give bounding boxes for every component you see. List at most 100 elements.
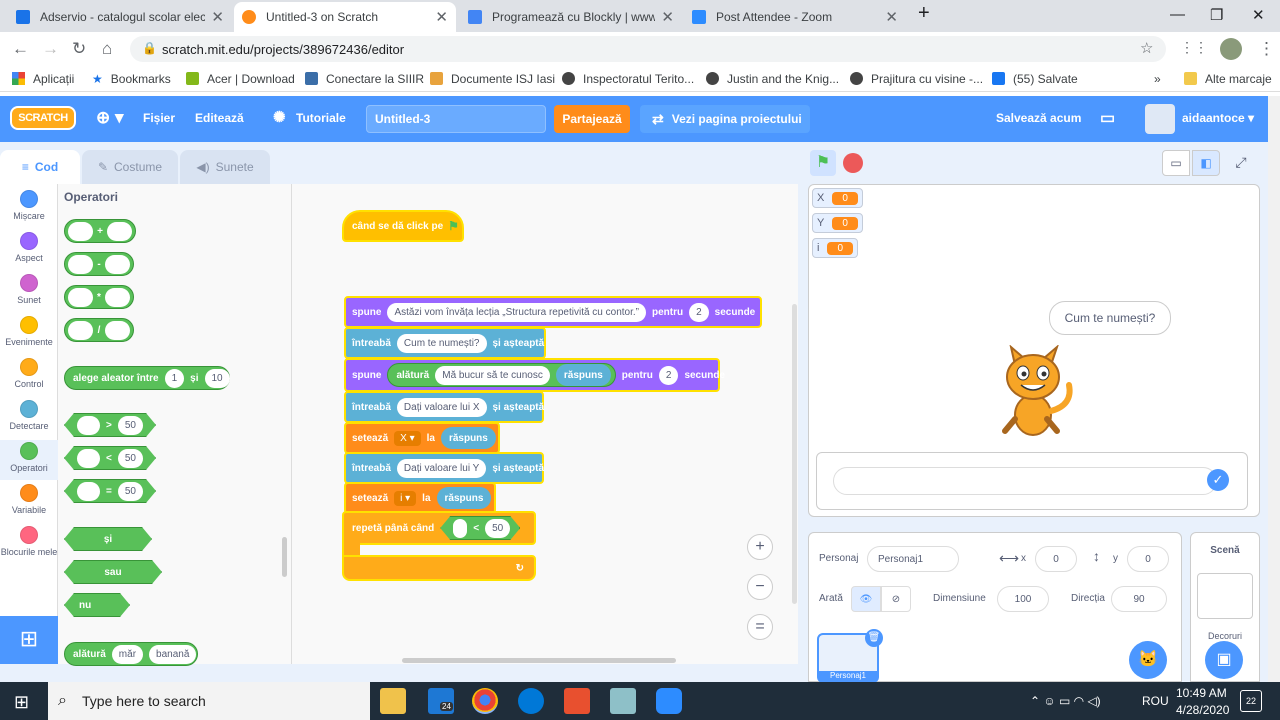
stop-button[interactable] bbox=[843, 153, 863, 173]
app-icon[interactable] bbox=[564, 688, 590, 714]
bookmark-isj[interactable]: Documente ISJ Iasi bbox=[430, 72, 555, 86]
bookmark-siiir[interactable]: Conectare la SIIIR bbox=[305, 72, 424, 86]
category-operators[interactable]: Operatori bbox=[0, 440, 58, 480]
clock-date[interactable]: 4/28/2020 bbox=[1176, 703, 1229, 717]
stage-selector-panel[interactable]: Scenă Decoruri ▣ bbox=[1190, 532, 1260, 682]
category-sensing[interactable]: Detectare bbox=[0, 400, 58, 431]
tab-sounds[interactable]: ◀) Sunete bbox=[180, 150, 270, 184]
category-my-blocks[interactable]: Blocurile mele bbox=[0, 526, 58, 557]
submit-check-icon[interactable]: ✓ bbox=[1207, 469, 1229, 491]
category-events[interactable]: Evenimente bbox=[0, 316, 58, 347]
small-stage-button[interactable]: ▭ bbox=[1162, 150, 1190, 176]
category-variables[interactable]: Variabile bbox=[0, 484, 58, 515]
say-for-secs-block[interactable]: spune Astăzi vom învăța lecția „Structura… bbox=[344, 296, 762, 328]
apps-grid-icon[interactable]: ⋮⋮ bbox=[1180, 39, 1208, 56]
url-input[interactable]: 🔒 scratch.mit.edu/projects/389672436/edi… bbox=[130, 36, 1166, 62]
edit-menu[interactable]: Editează bbox=[195, 111, 244, 125]
zoom-out-button[interactable]: − bbox=[747, 574, 773, 600]
bookmark-inspectorat[interactable]: Inspectoratul Terito... bbox=[562, 72, 694, 86]
normal-stage-button[interactable]: ◧ bbox=[1192, 150, 1220, 176]
close-tab-icon[interactable]: ✕ bbox=[211, 8, 224, 26]
script-vertical-scrollbar[interactable] bbox=[792, 304, 797, 604]
home-icon[interactable]: ⌂ bbox=[102, 39, 112, 59]
share-button[interactable]: Partajează bbox=[554, 105, 630, 133]
browser-tab-blockly[interactable]: Programează cu Blockly | www.pl ✕ bbox=[460, 2, 682, 32]
zoom-reset-button[interactable]: = bbox=[747, 614, 773, 640]
subtract-block[interactable]: - bbox=[64, 252, 134, 276]
say-join-block[interactable]: spune alătură Mă bucur să te cunosc răspuns… bbox=[344, 358, 725, 392]
edge-icon[interactable] bbox=[518, 688, 544, 714]
language-globe-icon[interactable]: ⊕ ▾ bbox=[96, 108, 124, 128]
category-motion[interactable]: Mișcare bbox=[0, 190, 58, 221]
minimize-icon[interactable]: — bbox=[1170, 6, 1185, 23]
join-block[interactable]: alătură măr banană bbox=[64, 642, 198, 666]
star-bookmark-icon[interactable]: ☆ bbox=[1140, 39, 1153, 57]
language-indicator[interactable]: ROU bbox=[1142, 694, 1169, 708]
divide-block[interactable]: / bbox=[64, 318, 134, 342]
direction-input[interactable]: 90 bbox=[1111, 586, 1167, 612]
file-explorer-icon[interactable] bbox=[380, 688, 406, 714]
my-stuff-folder-icon[interactable]: ▭ bbox=[1100, 108, 1115, 128]
tab-code[interactable]: ≡ Cod bbox=[0, 150, 80, 184]
bookmark-prajitura[interactable]: Prajitura cu visine -... bbox=[850, 72, 983, 86]
stage-thumbnail[interactable] bbox=[1197, 573, 1253, 619]
category-looks[interactable]: Aspect bbox=[0, 232, 58, 263]
and-block[interactable]: și bbox=[64, 527, 152, 551]
repeat-until-block[interactable]: repetă până când <50 bbox=[342, 511, 536, 545]
fullscreen-icon[interactable]: ⤢ bbox=[1228, 150, 1254, 176]
multiply-block[interactable]: * bbox=[64, 285, 134, 309]
chrome-icon[interactable] bbox=[472, 688, 498, 714]
username-menu[interactable]: aidaantoce ▾ bbox=[1182, 111, 1254, 125]
answer-input[interactable] bbox=[833, 467, 1217, 495]
not-block[interactable]: nu bbox=[64, 593, 130, 617]
mail-icon[interactable]: 24 bbox=[428, 688, 454, 714]
notifications-icon[interactable]: 22 bbox=[1240, 690, 1262, 712]
back-icon[interactable]: ← bbox=[12, 39, 29, 59]
green-flag-button[interactable]: ⚑ bbox=[810, 150, 836, 176]
bookmark-bookmarks[interactable]: ★ Bookmarks bbox=[92, 72, 171, 86]
file-menu[interactable]: Fișier bbox=[143, 111, 175, 125]
browser-tab-zoom[interactable]: Post Attendee - Zoom ✕ bbox=[684, 2, 906, 32]
or-block[interactable]: sau bbox=[64, 560, 162, 584]
scratch-logo[interactable]: SCRATCH bbox=[10, 106, 76, 130]
scratch-cat-sprite[interactable] bbox=[985, 345, 1081, 445]
zoom-in-button[interactable]: + bbox=[747, 534, 773, 560]
when-flag-clicked-block[interactable]: când se dă click pe ⚑ bbox=[342, 210, 464, 242]
set-x-block[interactable]: setează X ▾ la răspuns bbox=[344, 422, 500, 454]
size-input[interactable]: 100 bbox=[997, 586, 1049, 612]
add-backdrop-button[interactable]: ▣ bbox=[1205, 641, 1243, 679]
bookmarks-overflow-icon[interactable]: » bbox=[1154, 72, 1161, 86]
app-icon-2[interactable] bbox=[610, 688, 636, 714]
save-now-button[interactable]: Salvează acum bbox=[996, 111, 1081, 125]
add-extension-button[interactable]: ⊞ bbox=[0, 616, 58, 664]
x-position-input[interactable]: 0 bbox=[1035, 546, 1077, 572]
zoom-app-icon[interactable] bbox=[656, 688, 682, 714]
close-tab-icon[interactable]: ✕ bbox=[661, 8, 674, 26]
maximize-icon[interactable]: ❐ bbox=[1210, 6, 1223, 24]
hide-sprite-button[interactable]: ⊘ bbox=[881, 586, 911, 612]
system-tray-icons[interactable]: ⌃ ☺ ▭ ◠ ◁) bbox=[1030, 694, 1101, 708]
category-control[interactable]: Control bbox=[0, 358, 58, 389]
delete-sprite-icon[interactable]: 🗑 bbox=[865, 629, 883, 647]
windows-start-icon[interactable]: ⊞ bbox=[14, 692, 29, 713]
add-block[interactable]: + bbox=[64, 219, 136, 243]
tutorials-menu[interactable]: Tutoriale bbox=[296, 111, 346, 125]
bookmark-apps[interactable]: Aplicații bbox=[12, 72, 74, 86]
palette-scrollbar[interactable] bbox=[282, 537, 287, 577]
taskbar-search-box[interactable]: ⌕ Type here to search bbox=[48, 682, 370, 720]
see-project-page-button[interactable]: ⇄ Vezi pagina proiectului bbox=[640, 105, 810, 133]
less-than-block[interactable]: <50 bbox=[64, 446, 156, 470]
show-visible-button[interactable]: 👁 bbox=[851, 586, 881, 612]
y-position-input[interactable]: 0 bbox=[1127, 546, 1169, 572]
close-tab-icon[interactable]: ✕ bbox=[885, 8, 898, 26]
tab-costumes[interactable]: ✎ Costume bbox=[82, 150, 178, 184]
browser-tab-adservio[interactable]: Adservio - catalogul scolar elect ✕ bbox=[8, 2, 232, 32]
greater-than-block[interactable]: >50 bbox=[64, 413, 156, 437]
category-sound[interactable]: Sunet bbox=[0, 274, 58, 305]
random-block[interactable]: alege aleator între 1 și 10 bbox=[64, 366, 230, 390]
user-avatar[interactable] bbox=[1145, 104, 1175, 134]
project-title-input[interactable]: Untitled-3 bbox=[366, 105, 546, 133]
sprite-name-input[interactable]: Personaj1 bbox=[867, 546, 959, 572]
bookmark-other[interactable]: Alte marcaje bbox=[1184, 72, 1272, 86]
menu-dots-icon[interactable]: ⋮ bbox=[1258, 39, 1275, 59]
